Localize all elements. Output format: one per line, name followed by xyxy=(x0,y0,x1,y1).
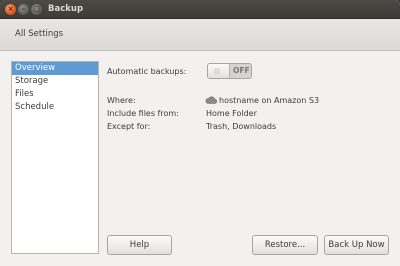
switch-knob[interactable]: ||| xyxy=(208,64,230,78)
restore-button[interactable]: Restore... xyxy=(252,235,318,255)
close-button[interactable]: × xyxy=(5,4,16,15)
where-value: hostname on Amazon S3 xyxy=(219,96,320,105)
maximize-icon: □ xyxy=(33,5,40,13)
except-for-label: Except for: xyxy=(107,122,151,131)
backup-window: × – □ Backup All Settings Overview Stora… xyxy=(0,0,400,266)
switch-state-label: OFF xyxy=(233,66,250,75)
sidebar-item-schedule[interactable]: Schedule xyxy=(12,101,98,114)
grip-icon: ||| xyxy=(214,68,221,75)
window-title: Backup xyxy=(48,4,84,14)
cloud-icon xyxy=(205,96,217,104)
automatic-backups-label: Automatic backups: xyxy=(107,67,187,76)
include-files-value: Home Folder xyxy=(206,109,257,118)
sidebar-item-storage[interactable]: Storage xyxy=(12,75,98,88)
minimize-button[interactable]: – xyxy=(18,4,29,15)
minimize-icon: – xyxy=(21,5,26,13)
include-files-label: Include files from: xyxy=(107,109,179,118)
help-button[interactable]: Help xyxy=(107,235,172,255)
toolbar: All Settings xyxy=(0,19,400,51)
close-icon: × xyxy=(7,5,14,13)
maximize-button[interactable]: □ xyxy=(31,4,42,15)
all-settings-button[interactable]: All Settings xyxy=(15,29,63,39)
except-for-value: Trash, Downloads xyxy=(206,122,277,131)
where-label: Where: xyxy=(107,96,136,105)
back-up-now-button[interactable]: Back Up Now xyxy=(324,235,389,255)
sidebar: Overview Storage Files Schedule xyxy=(11,61,99,254)
title-bar: × – □ Backup xyxy=(0,0,400,19)
sidebar-item-files[interactable]: Files xyxy=(12,88,98,101)
sidebar-item-overview[interactable]: Overview xyxy=(12,62,98,75)
automatic-backups-switch[interactable]: ||| OFF xyxy=(207,63,252,79)
